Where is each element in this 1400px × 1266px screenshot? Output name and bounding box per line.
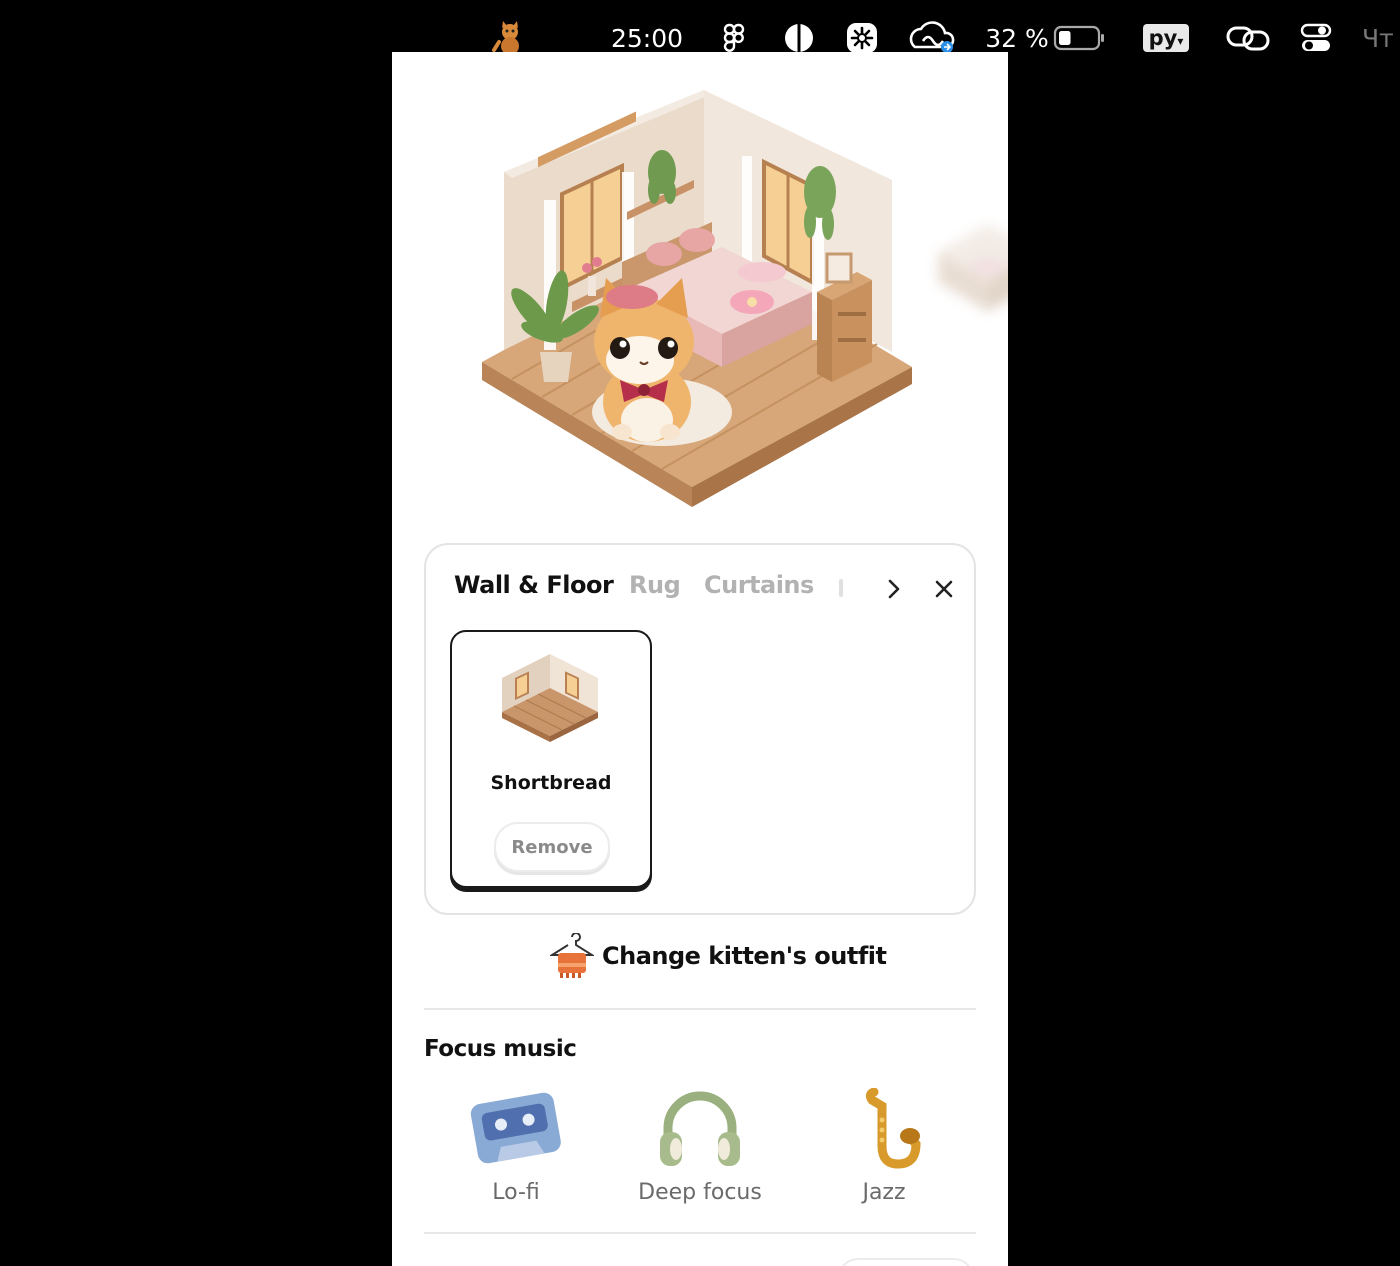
music-label: Jazz (862, 1180, 906, 1205)
divider (424, 1008, 976, 1010)
control-center-icon[interactable] (1294, 0, 1338, 76)
tab-rug[interactable]: Rug (629, 571, 681, 599)
change-outfit-button[interactable]: Change kitten's outfit (550, 932, 887, 980)
next-room-preview[interactable] (928, 212, 1008, 322)
tabs-next-button[interactable] (874, 569, 914, 609)
close-icon (935, 580, 953, 598)
music-option-deep-focus[interactable]: Deep focus (608, 1088, 792, 1216)
divider (424, 1232, 976, 1234)
music-option-jazz[interactable]: Jazz (792, 1088, 976, 1216)
keyboard-language-icon[interactable]: ру▾ (1140, 0, 1192, 76)
tab-curtains[interactable]: Curtains (704, 571, 814, 599)
hanger-sweater-icon (550, 933, 594, 978)
app-panel: Wall & Floor Rug Curtains Shortbread Rem… (392, 52, 1008, 1266)
music-option-lofi[interactable]: Lo-fi (424, 1088, 608, 1216)
focus-music-title: Focus music (424, 1036, 577, 1062)
tab-wall-floor[interactable]: Wall & Floor (454, 571, 614, 599)
customization-card: Wall & Floor Rug Curtains Shortbread Rem… (424, 543, 976, 915)
music-label: Deep focus (638, 1180, 762, 1205)
cassette-icon (470, 1092, 561, 1164)
music-label: Lo-fi (492, 1180, 540, 1205)
room-illustration[interactable] (472, 82, 932, 522)
wall-floor-thumbnail (502, 654, 598, 742)
day-text: Чт (1362, 23, 1394, 53)
saxophone-icon (865, 1088, 921, 1169)
language-label: ру (1148, 26, 1178, 50)
bottom-action-button[interactable] (838, 1258, 974, 1266)
close-button[interactable] (924, 569, 964, 609)
link-icon[interactable] (1222, 0, 1274, 76)
selected-item-card[interactable]: Shortbread Remove (450, 630, 652, 888)
category-tabs: Wall & Floor Rug Curtains (454, 569, 953, 615)
remove-button[interactable]: Remove (494, 822, 610, 872)
chevron-right-icon (888, 579, 900, 599)
tab-overflow-indicator (839, 579, 843, 597)
change-outfit-label: Change kitten's outfit (602, 942, 887, 970)
headphones-icon (660, 1091, 740, 1166)
item-name: Shortbread (490, 772, 612, 794)
battery-icon[interactable] (1052, 0, 1106, 76)
